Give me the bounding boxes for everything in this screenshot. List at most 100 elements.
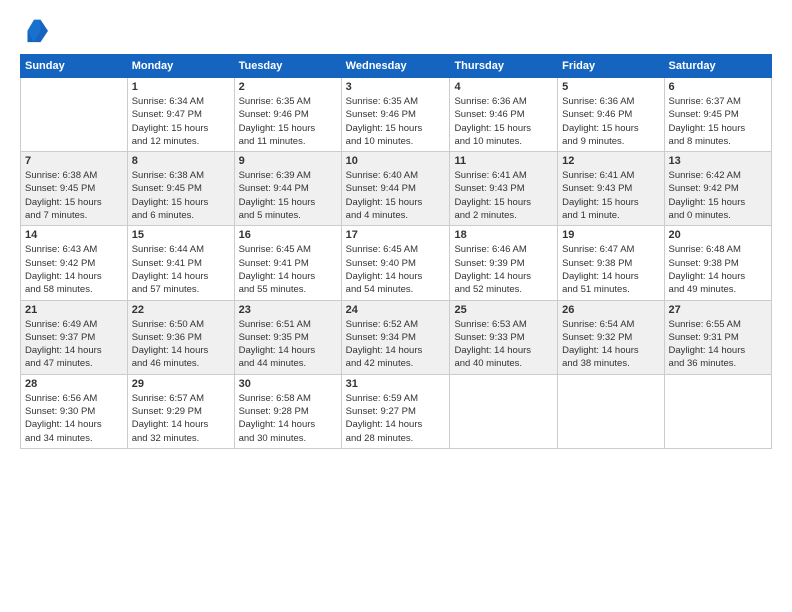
day-number: 12 <box>562 155 659 167</box>
day-cell: 6 Sunrise: 6:37 AMSunset: 9:45 PMDaylight… <box>664 78 771 152</box>
header <box>20 16 772 44</box>
col-header-thursday: Thursday <box>450 55 558 78</box>
day-cell: 4 Sunrise: 6:36 AMSunset: 9:46 PMDaylight… <box>450 78 558 152</box>
day-number: 21 <box>25 304 123 316</box>
day-info: Sunrise: 6:46 AMSunset: 9:39 PMDaylight:… <box>454 243 553 296</box>
day-cell: 2 Sunrise: 6:35 AMSunset: 9:46 PMDaylight… <box>234 78 341 152</box>
day-number: 1 <box>132 81 230 93</box>
day-cell: 3 Sunrise: 6:35 AMSunset: 9:46 PMDaylight… <box>341 78 450 152</box>
col-header-sunday: Sunday <box>21 55 128 78</box>
day-cell <box>664 374 771 448</box>
day-number: 26 <box>562 304 659 316</box>
day-info: Sunrise: 6:34 AMSunset: 9:47 PMDaylight:… <box>132 95 230 148</box>
day-info: Sunrise: 6:52 AMSunset: 9:34 PMDaylight:… <box>346 318 446 371</box>
col-header-tuesday: Tuesday <box>234 55 341 78</box>
day-info: Sunrise: 6:40 AMSunset: 9:44 PMDaylight:… <box>346 169 446 222</box>
day-cell: 10 Sunrise: 6:40 AMSunset: 9:44 PMDayligh… <box>341 152 450 226</box>
day-info: Sunrise: 6:59 AMSunset: 9:27 PMDaylight:… <box>346 392 446 445</box>
logo-icon <box>20 16 48 44</box>
day-number: 17 <box>346 229 446 241</box>
day-number: 27 <box>669 304 767 316</box>
day-info: Sunrise: 6:44 AMSunset: 9:41 PMDaylight:… <box>132 243 230 296</box>
week-row-5: 28 Sunrise: 6:56 AMSunset: 9:30 PMDayligh… <box>21 374 772 448</box>
day-info: Sunrise: 6:37 AMSunset: 9:45 PMDaylight:… <box>669 95 767 148</box>
day-cell: 1 Sunrise: 6:34 AMSunset: 9:47 PMDaylight… <box>127 78 234 152</box>
day-cell: 25 Sunrise: 6:53 AMSunset: 9:33 PMDayligh… <box>450 300 558 374</box>
col-header-wednesday: Wednesday <box>341 55 450 78</box>
day-info: Sunrise: 6:36 AMSunset: 9:46 PMDaylight:… <box>562 95 659 148</box>
calendar: SundayMondayTuesdayWednesdayThursdayFrid… <box>20 54 772 449</box>
day-cell: 31Sunrise: 6:59 AMSunset: 9:27 PMDayligh… <box>341 374 450 448</box>
day-number: 24 <box>346 304 446 316</box>
day-cell: 29 Sunrise: 6:57 AMSunset: 9:29 PMDayligh… <box>127 374 234 448</box>
day-number: 7 <box>25 155 123 167</box>
day-number: 11 <box>454 155 553 167</box>
day-cell: 23Sunrise: 6:51 AMSunset: 9:35 PMDayligh… <box>234 300 341 374</box>
day-info: Sunrise: 6:42 AMSunset: 9:42 PMDaylight:… <box>669 169 767 222</box>
day-info: Sunrise: 6:55 AMSunset: 9:31 PMDaylight:… <box>669 318 767 371</box>
day-number: 20 <box>669 229 767 241</box>
col-header-monday: Monday <box>127 55 234 78</box>
day-info: Sunrise: 6:35 AMSunset: 9:46 PMDaylight:… <box>346 95 446 148</box>
day-info: Sunrise: 6:58 AMSunset: 9:28 PMDaylight:… <box>239 392 337 445</box>
day-info: Sunrise: 6:51 AMSunset: 9:35 PMDaylight:… <box>239 318 337 371</box>
day-cell: 30 Sunrise: 6:58 AMSunset: 9:28 PMDayligh… <box>234 374 341 448</box>
day-number: 13 <box>669 155 767 167</box>
col-header-friday: Friday <box>558 55 664 78</box>
day-info: Sunrise: 6:53 AMSunset: 9:33 PMDaylight:… <box>454 318 553 371</box>
day-cell: 20 Sunrise: 6:48 AMSunset: 9:38 PMDayligh… <box>664 226 771 300</box>
day-number: 2 <box>239 81 337 93</box>
day-cell: 18 Sunrise: 6:46 AMSunset: 9:39 PMDayligh… <box>450 226 558 300</box>
day-number: 15 <box>132 229 230 241</box>
day-cell: 9Sunrise: 6:39 AMSunset: 9:44 PMDaylight… <box>234 152 341 226</box>
day-number: 19 <box>562 229 659 241</box>
week-row-4: 21Sunrise: 6:49 AMSunset: 9:37 PMDayligh… <box>21 300 772 374</box>
day-info: Sunrise: 6:50 AMSunset: 9:36 PMDaylight:… <box>132 318 230 371</box>
day-cell: 22 Sunrise: 6:50 AMSunset: 9:36 PMDayligh… <box>127 300 234 374</box>
day-number: 3 <box>346 81 446 93</box>
day-info: Sunrise: 6:48 AMSunset: 9:38 PMDaylight:… <box>669 243 767 296</box>
day-number: 4 <box>454 81 553 93</box>
day-cell: 12Sunrise: 6:41 AMSunset: 9:43 PMDayligh… <box>558 152 664 226</box>
day-cell: 8Sunrise: 6:38 AMSunset: 9:45 PMDaylight… <box>127 152 234 226</box>
day-info: Sunrise: 6:54 AMSunset: 9:32 PMDaylight:… <box>562 318 659 371</box>
day-number: 30 <box>239 378 337 390</box>
day-info: Sunrise: 6:47 AMSunset: 9:38 PMDaylight:… <box>562 243 659 296</box>
day-cell <box>450 374 558 448</box>
day-info: Sunrise: 6:45 AMSunset: 9:40 PMDaylight:… <box>346 243 446 296</box>
day-info: Sunrise: 6:35 AMSunset: 9:46 PMDaylight:… <box>239 95 337 148</box>
day-number: 14 <box>25 229 123 241</box>
day-cell: 16 Sunrise: 6:45 AMSunset: 9:41 PMDayligh… <box>234 226 341 300</box>
page: SundayMondayTuesdayWednesdayThursdayFrid… <box>0 0 792 612</box>
day-cell: 27 Sunrise: 6:55 AMSunset: 9:31 PMDayligh… <box>664 300 771 374</box>
day-info: Sunrise: 6:38 AMSunset: 9:45 PMDaylight:… <box>25 169 123 222</box>
day-info: Sunrise: 6:56 AMSunset: 9:30 PMDaylight:… <box>25 392 123 445</box>
day-info: Sunrise: 6:57 AMSunset: 9:29 PMDaylight:… <box>132 392 230 445</box>
day-number: 25 <box>454 304 553 316</box>
day-info: Sunrise: 6:43 AMSunset: 9:42 PMDaylight:… <box>25 243 123 296</box>
day-number: 28 <box>25 378 123 390</box>
day-cell: 26 Sunrise: 6:54 AMSunset: 9:32 PMDayligh… <box>558 300 664 374</box>
day-info: Sunrise: 6:45 AMSunset: 9:41 PMDaylight:… <box>239 243 337 296</box>
week-row-1: 1 Sunrise: 6:34 AMSunset: 9:47 PMDaylight… <box>21 78 772 152</box>
day-number: 18 <box>454 229 553 241</box>
day-number: 5 <box>562 81 659 93</box>
day-cell: 15 Sunrise: 6:44 AMSunset: 9:41 PMDayligh… <box>127 226 234 300</box>
day-cell: 19 Sunrise: 6:47 AMSunset: 9:38 PMDayligh… <box>558 226 664 300</box>
logo <box>20 16 52 44</box>
day-cell: 28 Sunrise: 6:56 AMSunset: 9:30 PMDayligh… <box>21 374 128 448</box>
week-row-3: 14 Sunrise: 6:43 AMSunset: 9:42 PMDayligh… <box>21 226 772 300</box>
day-cell: 21Sunrise: 6:49 AMSunset: 9:37 PMDayligh… <box>21 300 128 374</box>
day-cell: 13 Sunrise: 6:42 AMSunset: 9:42 PMDayligh… <box>664 152 771 226</box>
day-number: 22 <box>132 304 230 316</box>
day-number: 9 <box>239 155 337 167</box>
week-row-2: 7 Sunrise: 6:38 AMSunset: 9:45 PMDaylight… <box>21 152 772 226</box>
header-row: SundayMondayTuesdayWednesdayThursdayFrid… <box>21 55 772 78</box>
day-number: 8 <box>132 155 230 167</box>
day-number: 6 <box>669 81 767 93</box>
day-number: 10 <box>346 155 446 167</box>
day-info: Sunrise: 6:36 AMSunset: 9:46 PMDaylight:… <box>454 95 553 148</box>
day-number: 29 <box>132 378 230 390</box>
day-number: 16 <box>239 229 337 241</box>
day-cell <box>558 374 664 448</box>
